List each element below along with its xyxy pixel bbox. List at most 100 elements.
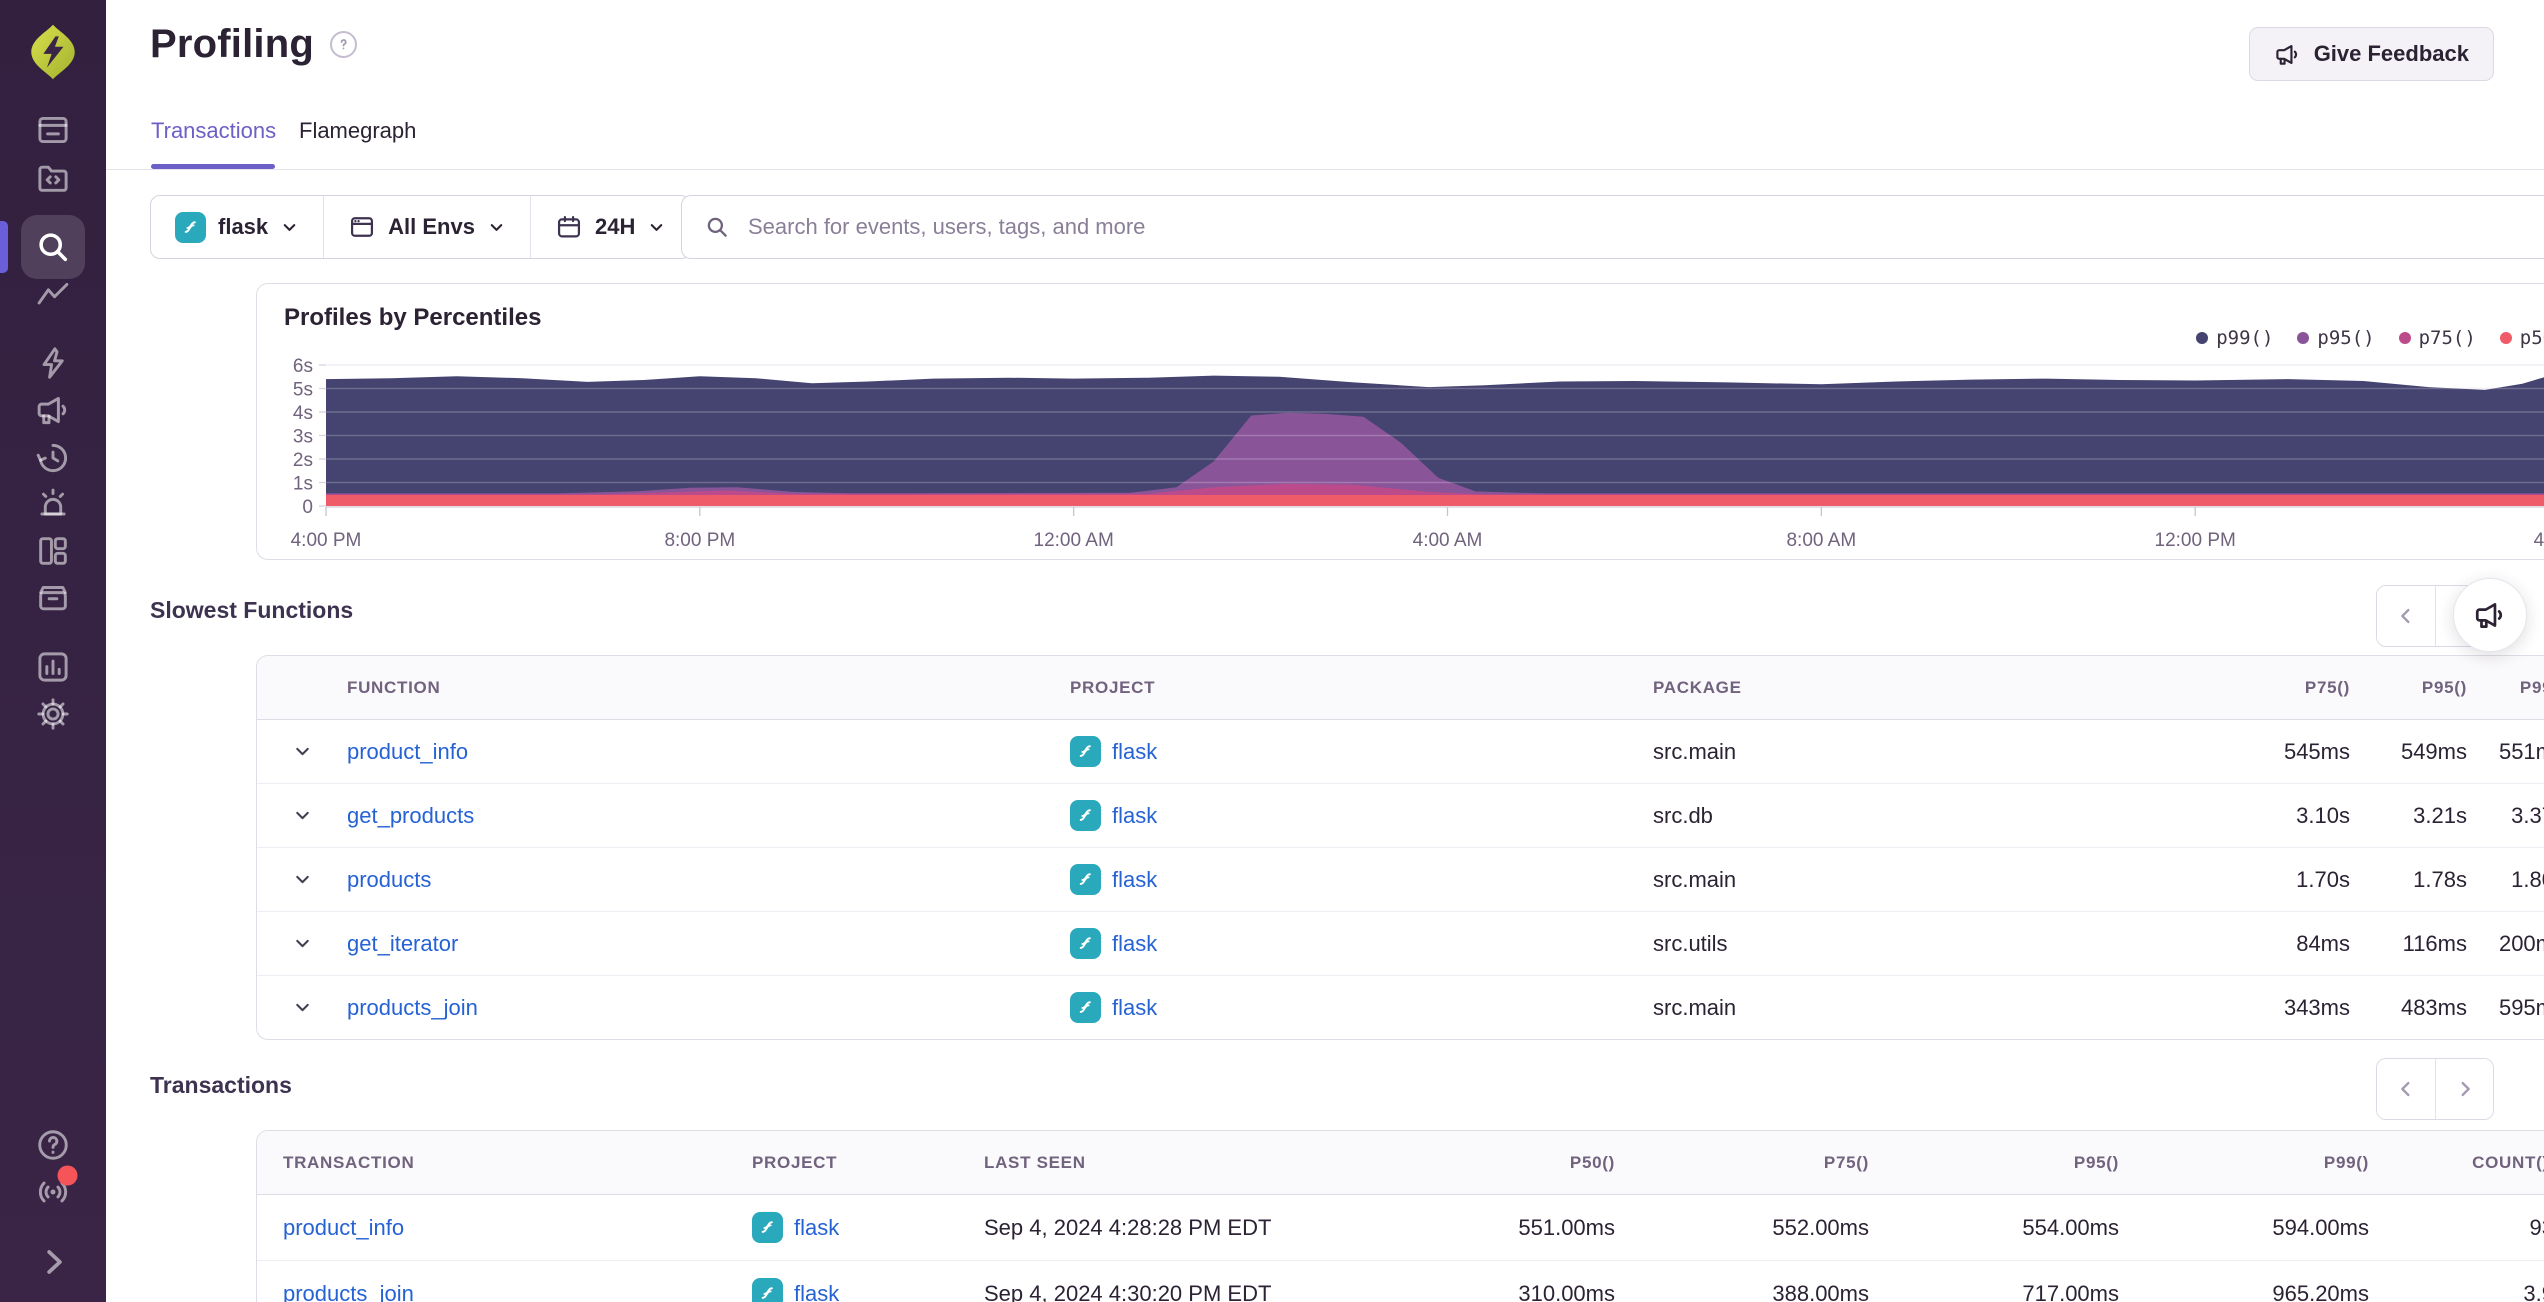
next-page-button[interactable] xyxy=(2435,1059,2493,1119)
floating-feedback-button[interactable] xyxy=(2453,578,2527,652)
date-range-filter-dropdown[interactable]: 24H xyxy=(529,196,690,258)
window-icon xyxy=(351,217,374,237)
give-feedback-button[interactable]: Give Feedback xyxy=(2248,27,2494,81)
expand-row-chevron-icon[interactable] xyxy=(292,805,313,826)
table-header-row: FUNCTION PROJECT PACKAGE P75() P95() P99… xyxy=(257,656,2544,720)
table-row: product_info flask Sep 4, 2024 4:28:28 P… xyxy=(257,1195,2544,1261)
column-header-transaction[interactable]: TRANSACTION xyxy=(283,1131,752,1194)
sidebar-broadcast-icon[interactable] xyxy=(35,1165,78,1211)
function-link[interactable]: products_join xyxy=(347,995,478,1021)
expand-row-cell xyxy=(257,784,347,847)
function-link[interactable]: get_iterator xyxy=(347,931,458,957)
environment-filter-dropdown[interactable]: All Envs xyxy=(323,196,530,258)
notification-badge xyxy=(57,1165,78,1186)
column-header-p50[interactable]: P50() xyxy=(1357,1131,1615,1194)
transaction-link[interactable]: product_info xyxy=(283,1215,404,1241)
p95-value: 1.78s xyxy=(2413,866,2467,892)
p75-value: 3.10s xyxy=(2296,802,2350,828)
column-header-p99[interactable]: P99() xyxy=(2467,656,2544,719)
transactions-heading: Transactions xyxy=(150,1072,292,1098)
previous-page-button[interactable] xyxy=(2377,1059,2435,1119)
table-row: products_join flask Sep 4, 2024 4:30:20 … xyxy=(257,1261,2544,1302)
column-header-p95[interactable]: P95() xyxy=(2350,656,2467,719)
megaphone-icon xyxy=(2275,44,2297,65)
sidebar-item-issues-icon[interactable] xyxy=(35,112,72,149)
sidebar-collapse-icon[interactable] xyxy=(35,1244,72,1281)
previous-page-button[interactable] xyxy=(2377,586,2435,646)
column-header-function[interactable]: FUNCTION xyxy=(347,656,1070,719)
project-link[interactable]: flask xyxy=(1112,995,1157,1021)
column-header-p99[interactable]: P99() xyxy=(2119,1131,2369,1194)
p95-value: 554.00ms xyxy=(2022,1214,2119,1240)
chevron-down-icon xyxy=(651,223,663,231)
sidebar-item-dashboards-icon[interactable] xyxy=(35,533,72,570)
table-header-row: TRANSACTION PROJECT LAST SEEN P50() P75(… xyxy=(257,1131,2544,1195)
sidebar-item-replays-icon[interactable] xyxy=(35,440,72,477)
tab-flamegraph[interactable]: Flamegraph xyxy=(299,118,416,144)
count-value: 93k xyxy=(2529,1214,2544,1240)
legend-item[interactable]: p95() xyxy=(2297,327,2375,349)
slowest-functions-table: FUNCTION PROJECT PACKAGE P75() P95() P99… xyxy=(256,655,2544,1040)
tab-transactions[interactable]: Transactions xyxy=(151,118,276,144)
tabbar-divider xyxy=(106,169,2544,170)
expand-row-chevron-icon[interactable] xyxy=(292,997,313,1018)
column-header-p75[interactable]: P75() xyxy=(1615,1131,1869,1194)
expand-row-cell xyxy=(257,848,347,911)
flask-project-icon xyxy=(1070,800,1101,831)
sidebar-item-explore-search-icon[interactable] xyxy=(35,229,72,266)
project-link[interactable]: flask xyxy=(1112,803,1157,829)
column-header-count[interactable]: COUNT() ↓ xyxy=(2369,1131,2544,1194)
project-chip: flask xyxy=(752,1212,839,1243)
project-link[interactable]: flask xyxy=(1112,867,1157,893)
sidebar-item-settings-gear-icon[interactable] xyxy=(35,696,72,733)
column-header-project[interactable]: PROJECT xyxy=(1070,656,1653,719)
sidebar-active-indicator xyxy=(0,221,8,273)
sidebar-item-archive-icon[interactable] xyxy=(35,580,72,617)
column-header-package[interactable]: PACKAGE xyxy=(1653,656,2182,719)
last-seen-cell: Sep 4, 2024 4:30:20 PM EDT xyxy=(984,1280,1272,1302)
expand-row-chevron-icon[interactable] xyxy=(292,869,313,890)
legend-item[interactable]: p75() xyxy=(2398,327,2476,349)
p50-value: 310.00ms xyxy=(1518,1280,1615,1302)
column-header-last-seen[interactable]: LAST SEEN xyxy=(984,1131,1357,1194)
project-link[interactable]: flask xyxy=(794,1215,839,1241)
project-chip: flask xyxy=(1070,928,1157,959)
project-filter-dropdown[interactable]: flask xyxy=(151,196,323,258)
expand-row-cell xyxy=(257,912,347,975)
sidebar-item-feature-flags-icon[interactable] xyxy=(35,345,72,382)
page-help-icon[interactable] xyxy=(330,31,358,58)
search-bar xyxy=(681,195,2544,259)
column-header-project[interactable]: PROJECT xyxy=(752,1131,984,1194)
column-header-p75[interactable]: P75() xyxy=(2182,656,2350,719)
percentiles-chart[interactable]: 6s 5s4s 3s2s 1s0 4:00 PM 8:00 PM 12:00 AM 4:00 … xyxy=(257,284,2544,561)
function-link[interactable]: products xyxy=(347,867,431,893)
expand-row-chevron-icon[interactable] xyxy=(292,741,313,762)
sidebar-help-icon[interactable] xyxy=(35,1127,72,1164)
legend-dot-icon xyxy=(2499,332,2512,344)
p99-value: 551ms xyxy=(2498,738,2544,764)
calendar-icon xyxy=(557,215,580,238)
page-title: Profiling xyxy=(150,22,315,66)
legend-dot-icon xyxy=(2297,332,2310,344)
table-row: get_iterator flask src.utils 84ms 116ms … xyxy=(257,912,2544,976)
sidebar-item-performance-icon[interactable] xyxy=(35,278,72,315)
table-row: products_join flask src.main 343ms 483ms… xyxy=(257,976,2544,1039)
project-link[interactable]: flask xyxy=(794,1281,839,1302)
transaction-link[interactable]: products_join xyxy=(283,1281,414,1302)
expand-row-chevron-icon[interactable] xyxy=(292,933,313,954)
sidebar-item-alerts-icon[interactable] xyxy=(35,486,72,523)
org-avatar-logo[interactable] xyxy=(20,19,86,85)
sidebar-item-projects-icon[interactable] xyxy=(35,160,72,197)
function-link[interactable]: get_products xyxy=(347,803,474,829)
function-link[interactable]: product_info xyxy=(347,739,468,765)
legend-item[interactable]: p99() xyxy=(2196,327,2273,349)
project-link[interactable]: flask xyxy=(1112,931,1157,957)
column-header-p95[interactable]: P95() xyxy=(1869,1131,2119,1194)
p75-value: 545ms xyxy=(2283,738,2350,764)
search-input[interactable] xyxy=(746,213,2541,241)
sidebar-item-user-feedback-icon[interactable] xyxy=(35,392,72,429)
p95-value: 549ms xyxy=(2400,738,2467,764)
sidebar-item-stats-icon[interactable] xyxy=(35,649,72,686)
legend-item[interactable]: p50() xyxy=(2499,327,2544,349)
project-link[interactable]: flask xyxy=(1112,739,1157,765)
